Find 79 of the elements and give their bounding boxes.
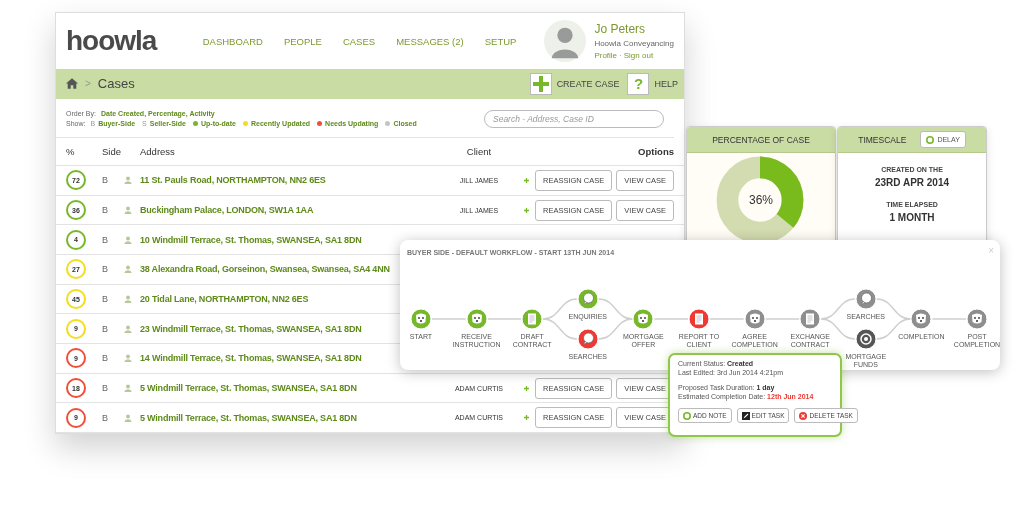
workflow-node[interactable]: [410, 308, 432, 330]
logo[interactable]: hoowla: [66, 25, 157, 58]
person-icon: [124, 176, 132, 185]
side-cell-text: B: [102, 412, 109, 423]
home-icon[interactable]: [66, 78, 78, 90]
help-link[interactable]: HELP: [654, 78, 678, 89]
person-icon: [124, 265, 132, 274]
page-title: Cases: [97, 76, 135, 92]
card-title: PERCENTAGE OF CASE: [712, 134, 810, 145]
workflow-node[interactable]: [465, 308, 488, 330]
card-title: TIMESCALE: [858, 134, 907, 145]
address-link[interactable]: 11 St. Pauls Road, NORTHAMPTON, NN2 6ES: [140, 175, 434, 186]
plus-icon[interactable]: [529, 72, 552, 95]
workflow-node[interactable]: [910, 308, 933, 330]
plus-icon[interactable]: [524, 414, 530, 422]
connector-line: [431, 318, 467, 320]
person-icon: [124, 206, 132, 214]
search-field[interactable]: Search - Address, Case ID: [484, 109, 664, 128]
workflow-node[interactable]: [966, 308, 988, 330]
percent-reading: 36%: [748, 193, 774, 207]
side-cell-text: B: [102, 294, 109, 305]
person-icon: [124, 295, 132, 304]
connector-line: [486, 318, 522, 320]
connector-line: [764, 318, 800, 320]
plus-icon[interactable]: [524, 384, 530, 392]
side-cell-text: B: [102, 175, 109, 186]
company-name: Hoowla Conveyancing: [594, 39, 674, 49]
connector-line: [709, 318, 745, 320]
workflow-node[interactable]: [854, 288, 877, 310]
user-name: Jo Peters: [594, 22, 647, 37]
pencil-icon: [741, 411, 750, 420]
nav-link[interactable]: SETUP: [484, 35, 517, 47]
side-cell-text: B: [102, 205, 109, 215]
address-link[interactable]: 5 Windmill Terrace, St. Thomas, SWANSEA, SA1 8DN: [140, 412, 434, 423]
person-icon: [124, 324, 132, 333]
field-value: 1 MONTH: [889, 212, 935, 223]
nav-link[interactable]: CASES: [342, 35, 376, 47]
help-icon[interactable]: ?: [627, 72, 650, 95]
side-cell-text: B: [102, 323, 109, 334]
connector-line: [931, 318, 967, 320]
workflow-node[interactable]: [521, 308, 544, 330]
person-icon: [124, 235, 132, 244]
nav-link[interactable]: PEOPLE: [283, 35, 322, 47]
circle-icon: [683, 411, 691, 420]
avatar: [544, 20, 587, 63]
nav-link[interactable]: MESSAGES (2): [396, 35, 464, 47]
connector-line: [653, 318, 689, 320]
side-cell-text: B: [102, 234, 109, 245]
side-cell-text: B: [102, 383, 109, 394]
workflow-node[interactable]: [576, 328, 599, 350]
sign-out-link[interactable]: Sign out: [623, 51, 654, 61]
nav-link[interactable]: DASHBOARD: [202, 35, 263, 47]
profile-link[interactable]: Profile: [594, 51, 618, 61]
plus-icon[interactable]: [524, 176, 530, 184]
column-header: Side: [102, 145, 122, 157]
side-cell-text: B: [102, 353, 109, 364]
column-header: Address: [140, 145, 176, 157]
column-header: Options: [637, 145, 674, 157]
breadcrumb-separator: >: [85, 78, 91, 90]
address-link[interactable]: 5 Windmill Terrace, St. Thomas, SWANSEA, SA1 8DN: [140, 383, 434, 394]
circle-icon: [926, 135, 935, 144]
side-cell-text: B: [102, 264, 109, 275]
address-link[interactable]: Buckingham Palace, LONDON, SW1A 1AA: [140, 205, 434, 215]
person-icon: [124, 384, 132, 393]
workflow-node[interactable]: [743, 308, 766, 330]
person-icon: [124, 354, 132, 363]
workflow-node[interactable]: [632, 308, 655, 330]
workflow-node[interactable]: [576, 288, 599, 310]
separator: ·: [619, 51, 622, 61]
workflow-node[interactable]: [854, 328, 877, 350]
field-value: 23RD APR 2014: [874, 177, 950, 188]
workflow-node[interactable]: [799, 308, 822, 330]
column-header: Client: [465, 145, 493, 157]
plus-icon[interactable]: [524, 206, 530, 214]
person-icon: [124, 413, 132, 422]
workflow-node[interactable]: [688, 308, 710, 330]
column-header: %: [66, 145, 76, 157]
create-case-link[interactable]: CREATE CASE: [556, 78, 620, 89]
delete-icon: [799, 411, 808, 420]
